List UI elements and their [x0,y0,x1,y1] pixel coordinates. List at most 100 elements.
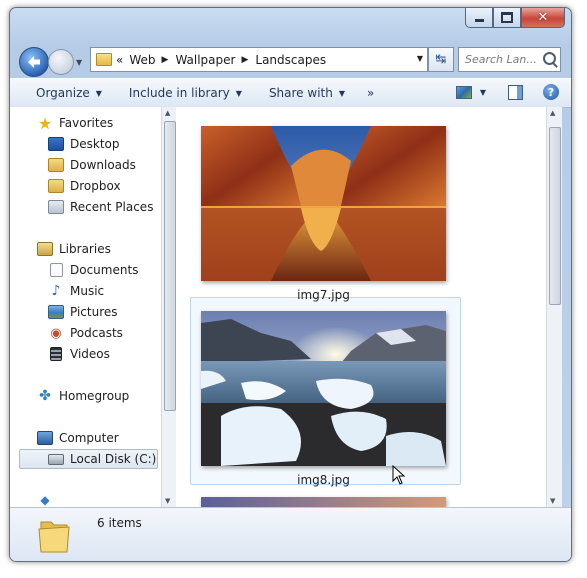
thumbnail-partial-next[interactable] [201,497,446,507]
organize-label: Organize [36,86,90,100]
star-icon: ★ [37,113,53,133]
nav-label: Favorites [59,116,114,130]
scroll-up-arrow-icon[interactable]: ▲ [550,109,555,117]
folder-icon [38,521,70,553]
chevron-down-icon: ▼ [95,88,102,98]
nav-dropbox[interactable]: Dropbox [10,176,121,196]
nav-network-partial[interactable]: ◆ [10,493,59,507]
chevron-down-icon: ▼ [235,88,242,98]
downloads-icon [48,158,64,172]
documents-icon [48,263,64,277]
nav-label: Computer [59,431,119,445]
folder-icon [96,53,112,66]
nav-homegroup[interactable]: ✤ Homegroup [10,386,129,406]
nav-desktop[interactable]: Desktop [10,134,120,154]
canyon-reflection-image [201,126,446,281]
scroll-down-arrow-icon[interactable]: ▼ [550,497,555,505]
scroll-down-arrow-icon[interactable]: ▼ [165,497,170,505]
nav-music[interactable]: ♪ Music [10,281,105,301]
minimize-button[interactable] [465,8,493,28]
dropbox-folder-icon [48,179,64,193]
homegroup-icon: ✤ [39,388,51,404]
back-arrow-icon [28,56,40,68]
help-icon[interactable]: ? [543,84,559,100]
maximize-icon [501,12,513,23]
share-with-button[interactable]: Share with ▼ [269,86,345,100]
nav-label: Desktop [70,137,120,151]
navigation-pane: ★ Favorites Desktop Downloads Dropbox Rec… [10,107,161,507]
network-icon: ◆ [40,493,50,507]
nav-downloads[interactable]: Downloads [10,155,136,175]
search-icon[interactable] [543,52,556,65]
details-pane: 6 items [10,507,571,561]
nav-pictures[interactable]: Pictures [10,302,118,322]
file-name-img8[interactable]: img8.jpg [201,473,446,487]
nav-computer[interactable]: Computer [10,428,119,448]
pictures-icon [48,305,64,319]
explorer-window: ✕ ▼ « Web ▶ Wallpaper ▶ Landscapes ▼ ↹ S… [9,7,572,562]
mouse-cursor-icon [392,465,406,485]
content-scroll-thumb[interactable] [549,127,561,305]
breadcrumb-separator-icon[interactable]: ▶ [162,55,169,65]
include-in-library-button[interactable]: Include in library ▼ [129,86,242,100]
chevron-down-icon: ▼ [338,88,345,98]
video-film-icon [48,347,64,361]
scroll-up-arrow-icon[interactable]: ▲ [165,109,170,117]
share-label: Share with [268,86,333,100]
item-count: 6 items [97,516,142,530]
nav-label: Downloads [70,158,136,172]
close-button[interactable]: ✕ [521,8,565,28]
refresh-button[interactable]: ↹ [428,47,454,72]
nav-label: Dropbox [70,179,121,193]
address-dropdown-icon[interactable]: ▼ [417,54,423,63]
organize-button[interactable]: Organize ▼ [36,86,102,100]
nav-documents[interactable]: Documents [10,260,138,280]
nav-favorites[interactable]: ★ Favorites [10,113,113,133]
recent-places-icon [48,200,64,214]
thumbnail-img7[interactable] [201,126,446,281]
maximize-button[interactable] [493,8,521,28]
back-button[interactable] [19,47,49,77]
preview-pane-icon[interactable] [508,84,523,100]
nav-videos[interactable]: Videos [10,344,110,364]
thumbnail-img8[interactable] [201,311,446,466]
nav-label: Recent Places [70,200,154,214]
search-box[interactable]: Search Lan... [458,47,561,72]
recent-pages-dropdown-icon[interactable]: ▼ [76,58,82,67]
hard-drive-icon [48,452,64,466]
breadcrumb-web[interactable]: Web [129,53,155,67]
file-name-img7[interactable]: img7.jpg [201,288,446,302]
change-view-icon[interactable] [455,85,472,99]
desktop-icon [48,137,64,151]
include-label: Include in library [128,86,230,100]
breadcrumb-landscapes[interactable]: Landscapes [255,53,326,67]
address-bar[interactable]: « Web ▶ Wallpaper ▶ Landscapes ▼ [90,47,428,72]
command-bar: Organize ▼ Include in library ▼ Share with… [10,78,571,108]
nav-label: Pictures [70,305,118,319]
caption-buttons: ✕ [465,8,565,29]
nav-scroll-thumb[interactable] [164,121,176,411]
refresh-icon: ↹ [435,52,447,67]
forward-button[interactable] [48,49,74,75]
breadcrumb-separator-icon[interactable]: ▶ [241,55,248,65]
more-commands-button[interactable]: » [367,86,374,100]
breadcrumb-overflow[interactable]: « [116,53,123,67]
view-options-dropdown-icon[interactable]: ▼ [480,88,486,97]
libraries-icon [37,242,53,256]
breadcrumb-wallpaper[interactable]: Wallpaper [175,53,235,67]
close-icon: ✕ [537,10,549,25]
nav-local-disk-c[interactable]: Local Disk (C:) [19,449,158,469]
nav-pane-scrollbar[interactable]: ▲ ▼ [161,107,177,507]
navigation-bar: ▼ « Web ▶ Wallpaper ▶ Landscapes ▼ ↹ Sea… [10,44,571,80]
nav-label: Videos [70,347,110,361]
content-scrollbar[interactable]: ▲ ▼ [546,107,562,507]
nav-recent-places[interactable]: Recent Places [10,197,153,217]
minimize-icon [474,19,484,22]
nav-libraries[interactable]: Libraries [10,239,111,259]
nav-label: Music [70,284,105,298]
nav-label: Homegroup [59,389,130,403]
podcast-icon: ◉ [50,325,62,341]
nav-label: Libraries [59,242,111,256]
nav-podcasts[interactable]: ◉ Podcasts [10,323,123,343]
search-input[interactable]: Search Lan... [465,53,541,66]
